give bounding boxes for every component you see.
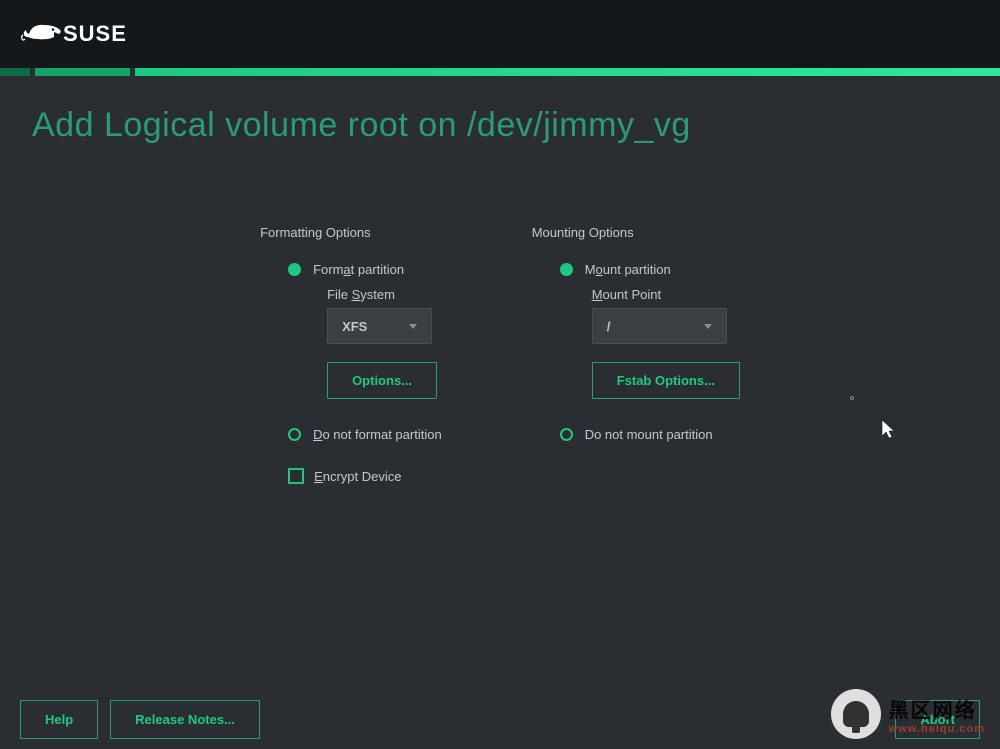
radio-format-partition[interactable]: Format partition	[288, 262, 404, 277]
radio-unselected-icon	[560, 428, 573, 441]
mount-partition-label: Mount partition	[585, 262, 671, 277]
file-system-label: File System	[327, 287, 395, 302]
footer-left: Help Release Notes...	[20, 700, 260, 739]
encrypt-device-label: Encrypt Device	[314, 469, 401, 484]
radio-unselected-icon	[288, 428, 301, 441]
main-content: Add Logical volume root on /dev/jimmy_vg…	[0, 76, 1000, 504]
do-not-format-label: Do not format partition	[313, 427, 442, 442]
header: SUSE	[0, 0, 1000, 68]
do-not-mount-label: Do not mount partition	[585, 427, 713, 442]
checkbox-icon	[288, 468, 304, 484]
format-options-button[interactable]: Options...	[327, 362, 437, 399]
options-container: Formatting Options Format partition File…	[32, 225, 968, 484]
radio-do-not-format[interactable]: Do not format partition	[288, 427, 442, 442]
mounting-column: Mounting Options Mount partition Mount P…	[532, 225, 740, 484]
watermark-text: 黑区网络 www.heiqu.com	[889, 694, 985, 735]
release-notes-button[interactable]: Release Notes...	[110, 700, 260, 739]
watermark-logo-icon	[831, 689, 881, 739]
mount-point-label: Mount Point	[592, 287, 661, 302]
radio-selected-icon	[288, 263, 301, 276]
chameleon-icon	[20, 19, 65, 49]
mounting-section-label: Mounting Options	[532, 225, 634, 240]
fstab-options-button[interactable]: Fstab Options...	[592, 362, 740, 399]
file-system-dropdown[interactable]: XFS	[327, 308, 432, 344]
page-title: Add Logical volume root on /dev/jimmy_vg	[32, 106, 968, 145]
chevron-down-icon	[704, 324, 712, 329]
mount-point-value: /	[607, 319, 611, 334]
formatting-column: Formatting Options Format partition File…	[260, 225, 442, 484]
green-accent-bar	[0, 68, 1000, 76]
radio-mount-partition[interactable]: Mount partition	[560, 262, 671, 277]
decorative-dot	[850, 396, 854, 400]
mount-point-dropdown[interactable]: /	[592, 308, 727, 344]
file-system-value: XFS	[342, 319, 367, 334]
watermark: 黑区网络 www.heiqu.com	[831, 689, 985, 739]
help-button[interactable]: Help	[20, 700, 98, 739]
checkbox-encrypt-device[interactable]: Encrypt Device	[288, 468, 401, 484]
chevron-down-icon	[409, 324, 417, 329]
radio-selected-icon	[560, 263, 573, 276]
radio-do-not-mount[interactable]: Do not mount partition	[560, 427, 713, 442]
brand-text: SUSE	[63, 21, 127, 47]
format-partition-label: Format partition	[313, 262, 404, 277]
formatting-section-label: Formatting Options	[260, 225, 371, 240]
suse-logo: SUSE	[20, 19, 127, 49]
